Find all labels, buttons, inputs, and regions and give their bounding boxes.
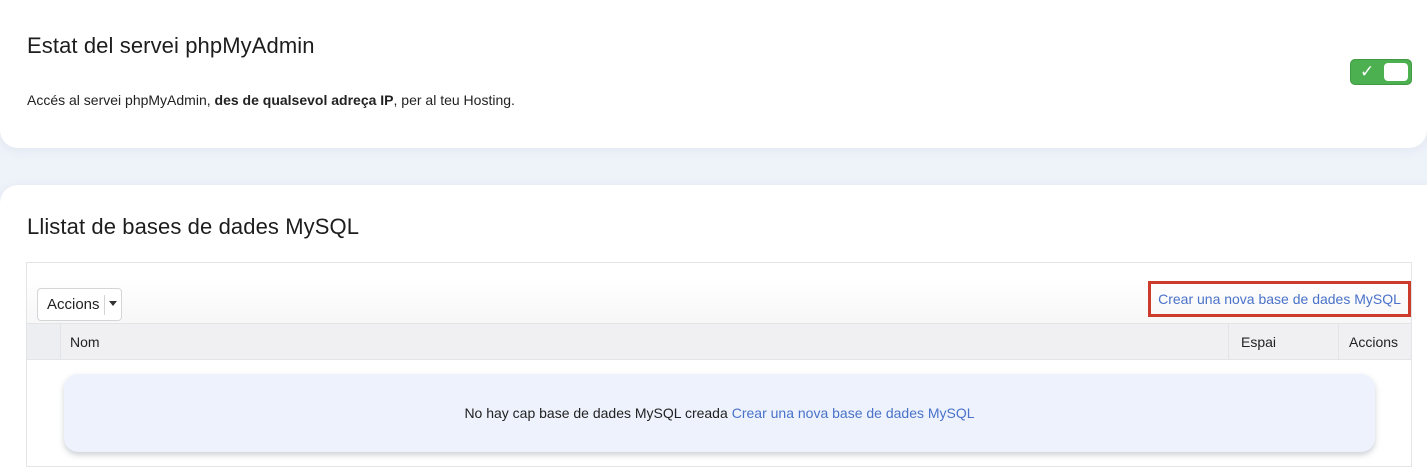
phpmyadmin-toggle-switch[interactable]: ✓ <box>1350 59 1412 85</box>
status-section-description: Accés al servei phpMyAdmin, des de quals… <box>27 92 515 108</box>
databases-table: Accions Crear una nova base de dades MyS… <box>26 262 1412 467</box>
table-toolbar: Accions Crear una nova base de dades MyS… <box>27 277 1411 323</box>
column-header-actions: Accions <box>1338 324 1411 359</box>
actions-button-label: Accions <box>47 296 100 313</box>
actions-dropdown-button[interactable]: Accions <box>37 288 122 321</box>
select-all-column[interactable] <box>27 324 61 359</box>
status-section-title: Estat del servei phpMyAdmin <box>27 33 315 58</box>
check-icon: ✓ <box>1360 62 1375 82</box>
table-header: Nom Espai Accions <box>27 323 1411 360</box>
column-header-space[interactable]: Espai <box>1228 324 1338 359</box>
caret-down-icon <box>109 301 117 306</box>
toggle-knob <box>1384 63 1408 81</box>
create-database-link[interactable]: Crear una nova base de dades MySQL <box>1158 291 1401 307</box>
dropdown-separator <box>104 295 105 315</box>
list-section-title: Llistat de bases de dades MySQL <box>27 214 360 239</box>
phpmyadmin-status-card: Estat del servei phpMyAdmin Accés al ser… <box>0 0 1427 148</box>
description-bold: des de qualsevol adreça IP <box>214 92 394 108</box>
empty-state-message: No hay cap base de dades MySQL creada Cr… <box>64 374 1375 452</box>
empty-create-database-link[interactable]: Crear una nova base de dades MySQL <box>732 405 975 421</box>
empty-message-text: No hay cap base de dades MySQL creada <box>464 405 728 421</box>
create-database-link-highlight: Crear una nova base de dades MySQL <box>1148 281 1411 317</box>
description-prefix: Accés al servei phpMyAdmin, <box>27 92 215 108</box>
description-suffix: , per al teu Hosting. <box>393 92 515 108</box>
column-header-name[interactable]: Nom <box>70 324 100 359</box>
